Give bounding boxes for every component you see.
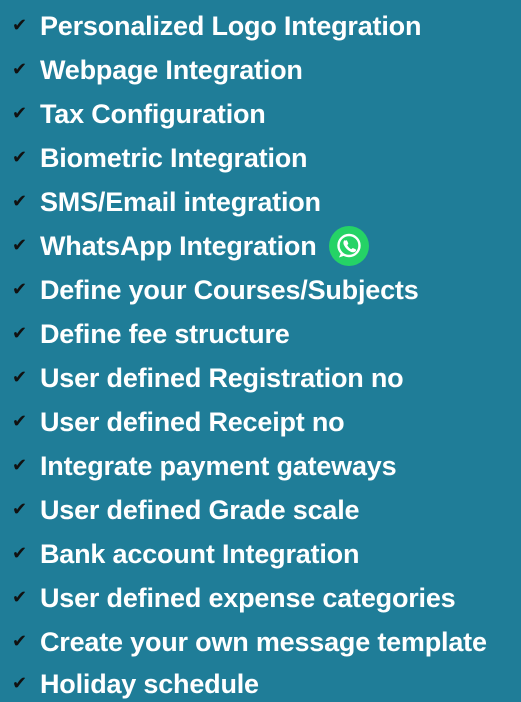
feature-item: ✔ User defined Receipt no [12,404,345,440]
check-icon: ✔ [12,323,28,344]
feature-item: ✔ Bank account Integration [12,536,359,572]
check-icon: ✔ [12,543,28,564]
check-icon: ✔ [12,587,28,608]
feature-item: ✔ User defined Grade scale [12,492,360,528]
feature-label: Personalized Logo Integration [40,10,422,41]
feature-item: ✔ Define fee structure [12,316,290,352]
feature-label: WhatsApp Integration [40,230,317,261]
feature-list: ✔ Personalized Logo Integration ✔ Webpag… [0,0,521,698]
feature-label: Integrate payment gateways [40,450,397,481]
feature-item: ✔ User defined expense categories [12,580,456,616]
check-icon: ✔ [12,367,28,388]
feature-item: ✔ Tax Configuration [12,96,266,132]
feature-label: User defined Receipt no [40,406,345,437]
check-icon: ✔ [12,191,28,212]
check-icon: ✔ [12,147,28,168]
feature-label: Define your Courses/Subjects [40,274,419,305]
feature-item: ✔ Create your own message template [12,624,487,660]
feature-item: ✔ Define your Courses/Subjects [12,272,419,308]
check-icon: ✔ [12,455,28,476]
feature-label: SMS/Email integration [40,186,321,217]
feature-label: User defined Registration no [40,362,404,393]
check-icon: ✔ [12,673,28,694]
feature-label: Bank account Integration [40,538,360,569]
check-icon: ✔ [12,499,28,520]
feature-label: Biometric Integration [40,142,308,173]
check-icon: ✔ [12,279,28,300]
feature-label: User defined expense categories [40,582,456,613]
whatsapp-icon [328,225,370,267]
check-icon: ✔ [12,103,28,124]
feature-item: ✔ User defined Registration no [12,360,404,396]
feature-item: ✔ Integrate payment gateways [12,448,397,484]
feature-label: Webpage Integration [40,54,303,85]
feature-label: Tax Configuration [40,98,266,129]
check-icon: ✔ [12,59,28,80]
check-icon: ✔ [12,411,28,432]
feature-label: Create your own message template [40,626,487,657]
check-icon: ✔ [12,631,28,652]
feature-item: ✔ Personalized Logo Integration [12,8,421,44]
feature-label: Define fee structure [40,318,290,349]
check-icon: ✔ [12,15,28,36]
check-icon: ✔ [12,235,28,256]
feature-item: ✔ Webpage Integration [12,52,303,88]
feature-item: ✔ WhatsApp Integration [12,225,370,267]
feature-label: Holiday schedule [40,668,259,699]
feature-item: ✔ Holiday schedule [12,666,259,702]
feature-label: User defined Grade scale [40,494,360,525]
feature-item: ✔ SMS/Email integration [12,184,321,220]
feature-item: ✔ Biometric Integration [12,140,308,176]
